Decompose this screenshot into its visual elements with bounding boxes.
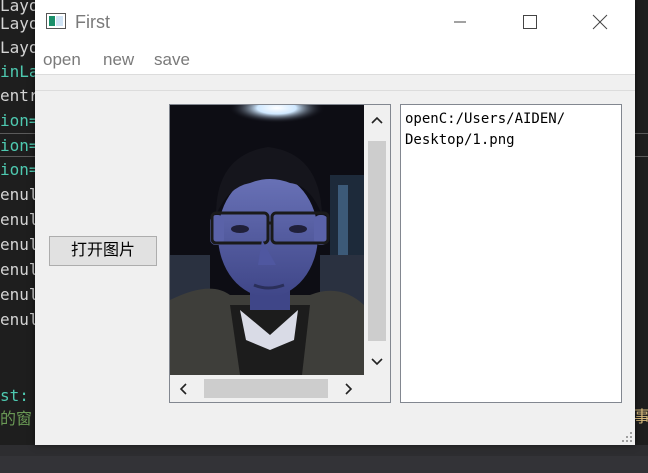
- code-line: ion=: [0, 160, 39, 179]
- code-line: enul: [0, 210, 39, 229]
- horizontal-scroll-thumb[interactable]: [204, 379, 328, 398]
- window-title: First: [75, 12, 110, 32]
- maximize-icon: [523, 15, 537, 29]
- scroll-up-button[interactable]: [364, 111, 390, 129]
- minimize-button[interactable]: [437, 0, 483, 44]
- toolbar-area: [35, 74, 635, 91]
- editor-status-strip: [0, 456, 648, 473]
- path-text-edit[interactable]: openC:/Users/AIDEN/ Desktop/1.png: [400, 104, 622, 403]
- scroll-right-button[interactable]: [340, 379, 358, 398]
- horizontal-scrollbar[interactable]: [170, 375, 364, 402]
- code-line: ion=: [0, 136, 39, 155]
- maximize-button[interactable]: [507, 0, 553, 44]
- close-button[interactable]: [577, 0, 623, 44]
- vertical-scrollbar[interactable]: [364, 105, 390, 375]
- chevron-up-icon: [371, 116, 383, 124]
- chevron-down-icon: [371, 358, 383, 366]
- menu-open[interactable]: open: [43, 50, 81, 70]
- chevron-left-icon: [179, 382, 187, 395]
- chevron-right-icon: [345, 382, 353, 395]
- code-line: enul: [0, 285, 39, 304]
- code-line: entr: [0, 86, 39, 105]
- code-line: 的窗: [0, 409, 33, 428]
- close-icon: [592, 14, 608, 30]
- code-line: enul: [0, 185, 39, 204]
- code-line: Layo: [0, 14, 39, 33]
- code-line: enul: [0, 260, 39, 279]
- menu-bar: open new save: [35, 44, 635, 74]
- size-grip-icon[interactable]: [621, 431, 633, 443]
- code-fragment-right: 事: [634, 407, 648, 426]
- open-image-button[interactable]: 打开图片: [49, 236, 157, 266]
- app-icon: [46, 13, 66, 29]
- menu-new[interactable]: new: [103, 50, 134, 70]
- app-window: First open new save 打开图片 openC:/Users/AI…: [35, 0, 635, 445]
- code-line: enul: [0, 310, 39, 329]
- vertical-scroll-thumb[interactable]: [368, 141, 386, 341]
- code-line: ion=: [0, 111, 39, 130]
- scroll-left-button[interactable]: [174, 379, 192, 398]
- minimize-icon: [454, 21, 466, 23]
- title-bar[interactable]: First: [35, 0, 635, 44]
- code-line: inLa: [0, 62, 39, 81]
- menu-save[interactable]: save: [154, 50, 190, 70]
- code-line: enul: [0, 235, 39, 254]
- loaded-photo: [170, 105, 364, 375]
- image-scroll-area[interactable]: [169, 104, 391, 403]
- code-line: Layo: [0, 38, 39, 57]
- code-line: st:: [0, 386, 29, 405]
- scroll-down-button[interactable]: [364, 353, 390, 371]
- scroll-corner: [364, 375, 390, 402]
